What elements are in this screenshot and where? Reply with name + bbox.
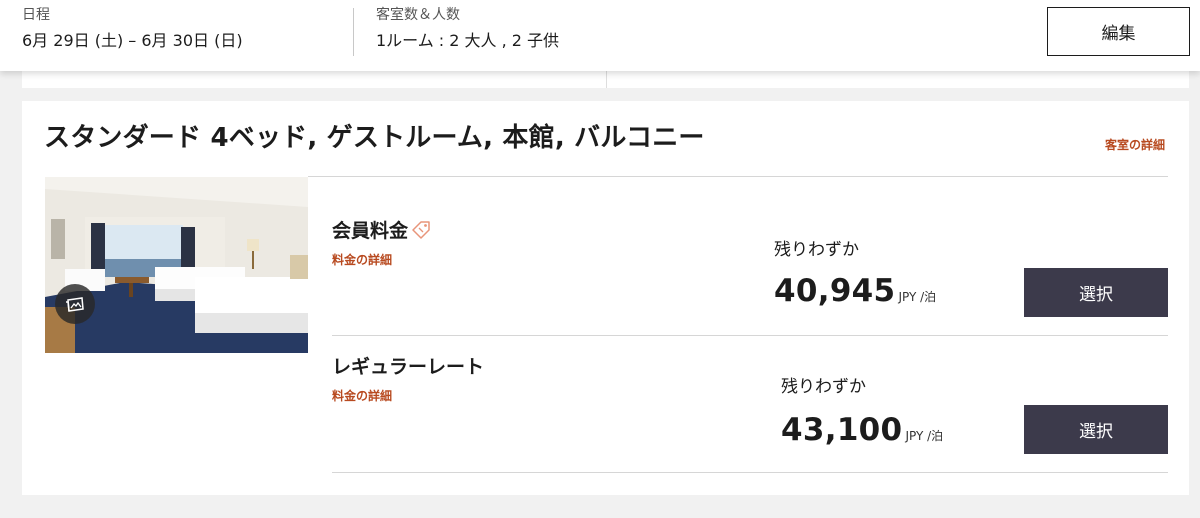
rate-name-label: 会員料金 xyxy=(332,220,409,242)
rate-name: 会員料金 xyxy=(332,219,431,245)
rate-row-regular: レギュラーレート 料金の詳細 残りわずか 43,100 JPY /泊 選択 xyxy=(332,336,1168,473)
room-photo-image xyxy=(45,177,308,353)
edit-button[interactable]: 編集 xyxy=(1047,7,1190,56)
rate-name: レギュラーレート xyxy=(332,356,485,378)
rate-details-link[interactable]: 料金の詳細 xyxy=(332,251,392,268)
rooms-guests-value: 1ルーム : 2 大人 , 2 子供 xyxy=(376,31,560,50)
dates-label: 日程 xyxy=(22,7,50,23)
rate-details-link[interactable]: 料金の詳細 xyxy=(332,387,392,404)
room-title: スタンダード 4ベッド, ゲストルーム, 本館, バルコニー xyxy=(44,123,705,153)
rate-row-member: 会員料金 料金の詳細 残りわずか 40,945 JPY /泊 選択 xyxy=(332,177,1168,336)
select-button[interactable]: 選択 xyxy=(1024,405,1168,454)
availability-text: 残りわずか xyxy=(774,240,859,260)
select-button[interactable]: 選択 xyxy=(1024,268,1168,317)
price-amount: 43,100 xyxy=(781,412,903,448)
price: 40,945 JPY /泊 xyxy=(774,273,936,309)
summary-divider xyxy=(353,8,354,56)
rooms-guests-label: 客室数＆人数 xyxy=(376,7,460,23)
room-photo[interactable] xyxy=(45,177,308,353)
price-unit: JPY /泊 xyxy=(898,290,937,304)
room-card: スタンダード 4ベッド, ゲストルーム, 本館, バルコニー 客室の詳細 会員料… xyxy=(22,101,1189,495)
tag-icon xyxy=(411,221,431,245)
price-unit: JPY /泊 xyxy=(905,429,944,443)
gallery-button[interactable] xyxy=(55,284,95,324)
dates-summary: 日程 6月 29日 (土) – 6月 30日 (日) xyxy=(22,6,243,51)
gallery-icon xyxy=(66,297,84,312)
availability-text: 残りわずか xyxy=(781,377,866,397)
room-details-link[interactable]: 客室の詳細 xyxy=(1105,136,1165,153)
divider xyxy=(332,472,1168,473)
search-summary-bar: 日程 6月 29日 (土) – 6月 30日 (日) 客室数＆人数 1ルーム :… xyxy=(0,0,1200,71)
rooms-guests-summary: 客室数＆人数 1ルーム : 2 大人 , 2 子供 xyxy=(376,6,559,51)
dates-value: 6月 29日 (土) – 6月 30日 (日) xyxy=(22,31,243,50)
price-amount: 40,945 xyxy=(774,273,896,309)
price: 43,100 JPY /泊 xyxy=(781,412,943,448)
